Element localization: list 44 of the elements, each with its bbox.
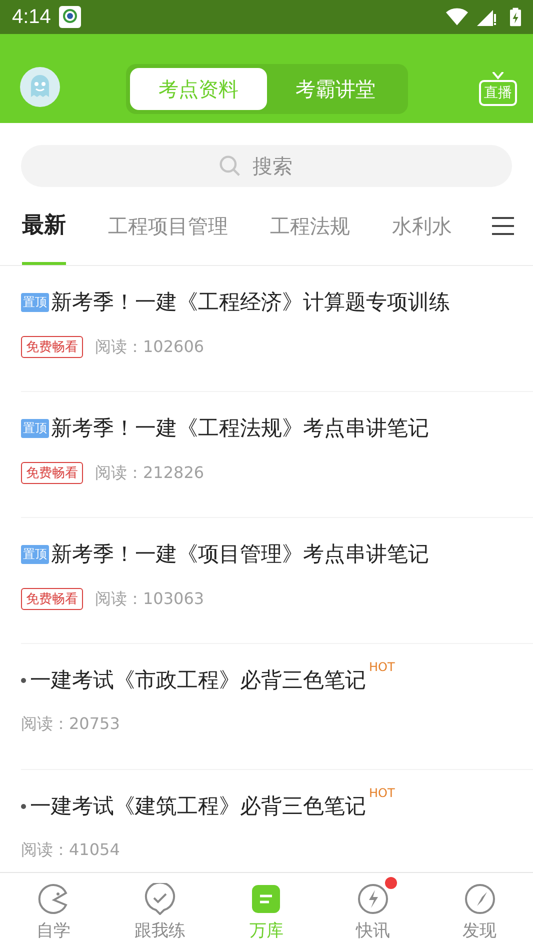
search-icon: [218, 155, 240, 177]
battery-charging-icon: [510, 7, 521, 27]
menu-icon[interactable]: [492, 216, 514, 236]
pinned-badge: 置顶: [21, 544, 49, 564]
pacman-icon: [37, 883, 70, 915]
bullet-icon: [21, 804, 26, 808]
hot-label: HOT: [369, 660, 395, 674]
nav-tab[interactable]: 自学: [0, 873, 107, 948]
app-notification-icon: [58, 6, 81, 28]
nav-tab[interactable]: 发现: [426, 873, 533, 948]
nav-tab[interactable]: 跟我练: [106, 873, 214, 948]
category-tab[interactable]: 工程项目管理: [108, 187, 228, 265]
read-count: 阅读：41054: [21, 840, 120, 861]
read-count: 阅读：102606: [95, 336, 204, 358]
pinned-badge: 置顶: [21, 292, 49, 312]
wifi-icon: [446, 8, 468, 26]
article-title: 新考季！一建《项目管理》考点串讲笔记: [51, 541, 429, 568]
segment-tab[interactable]: 考霸讲堂: [267, 68, 404, 110]
bullet-icon: [21, 678, 26, 682]
free-tag: 免费畅看: [21, 462, 83, 484]
article-title: 一建考试《市政工程》必背三色笔记: [30, 667, 366, 694]
hot-label: HOT: [369, 786, 395, 800]
nav-tab[interactable]: 万库: [213, 873, 320, 948]
article-title: 新考季！一建《工程法规》考点串讲笔记: [51, 415, 429, 442]
lightning-icon: [357, 883, 390, 915]
category-tab[interactable]: 水利水: [392, 187, 452, 265]
check-badge-icon: [144, 883, 176, 915]
read-count: 阅读：20753: [21, 714, 120, 735]
read-count: 阅读：103063: [95, 588, 204, 610]
article-title: 新考季！一建《工程经济》计算题专项训练: [51, 289, 450, 316]
free-tag: 免费畅看: [21, 588, 83, 610]
article-title: 一建考试《建筑工程》必背三色笔记: [30, 793, 366, 820]
free-tag: 免费畅看: [21, 336, 83, 358]
read-count: 阅读：212826: [95, 462, 204, 484]
nav-tab[interactable]: 快讯: [320, 873, 426, 948]
segment-tab[interactable]: 考点资料: [130, 68, 267, 110]
pinned-badge: 置顶: [21, 418, 49, 438]
search-field[interactable]: 搜索: [250, 153, 314, 179]
category-tab[interactable]: 最新: [22, 187, 66, 265]
category-tab[interactable]: 工程法规: [270, 187, 350, 265]
signal-icon: [476, 8, 498, 26]
compass-icon: [464, 883, 496, 915]
document-icon: [250, 883, 282, 915]
clock: 4:14: [12, 6, 51, 28]
